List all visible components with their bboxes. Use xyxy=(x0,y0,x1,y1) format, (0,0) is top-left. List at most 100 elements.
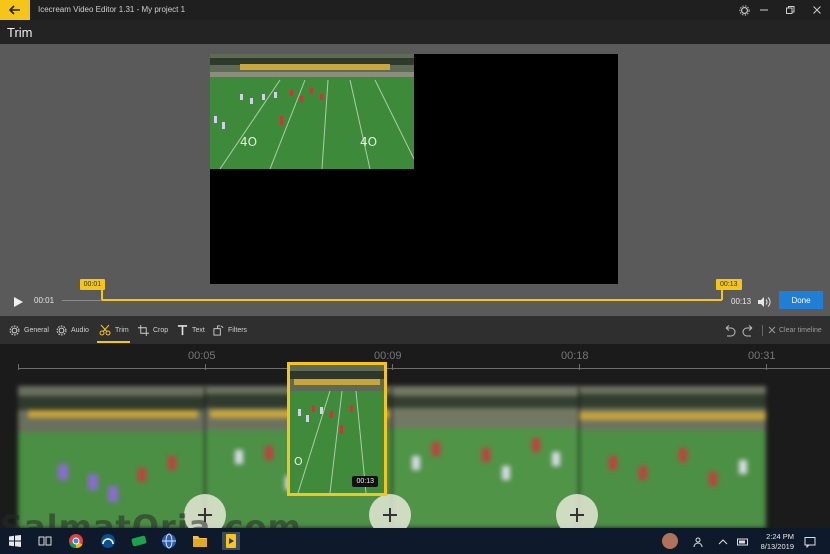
tab-crop[interactable]: Crop xyxy=(138,322,168,338)
svg-text:4O: 4O xyxy=(360,135,377,149)
task-view-button[interactable] xyxy=(36,532,54,550)
gear-icon xyxy=(738,4,750,16)
filters-icon xyxy=(213,324,224,336)
ruler-label: 00:18 xyxy=(561,350,589,362)
restore-button[interactable] xyxy=(783,3,797,17)
page-title: Trim xyxy=(7,25,33,40)
text-t-icon xyxy=(177,324,188,335)
clip-thumbnail[interactable] xyxy=(392,386,579,528)
ruler-label: 00:31 xyxy=(748,350,776,362)
taskbar: 2:24 PM 8/13/2019 xyxy=(0,528,830,554)
window-title: Icecream Video Editor 1.31 - My project … xyxy=(38,5,186,14)
system-clock[interactable]: 2:24 PM 8/13/2019 xyxy=(752,532,794,552)
play-button[interactable] xyxy=(12,295,24,307)
preview-area: 4O 4O 00:01 00:01 00:13 00:13 Done xyxy=(0,44,830,316)
ruler-tick xyxy=(766,364,767,370)
tab-trim[interactable]: Trim xyxy=(99,322,129,338)
tab-filters[interactable]: Filters xyxy=(213,322,247,338)
restore-icon xyxy=(786,6,795,14)
green-money-app-icon xyxy=(131,535,147,547)
globe-app-icon xyxy=(162,533,176,549)
chrome-icon xyxy=(69,534,83,549)
notifications-button[interactable] xyxy=(804,535,816,549)
settings-button[interactable] xyxy=(737,3,751,17)
tab-text[interactable]: Text xyxy=(177,322,205,338)
ruler-label: 00:05 xyxy=(188,350,216,362)
clear-timeline-button[interactable]: Clear timeline xyxy=(768,322,822,338)
crop-icon xyxy=(138,324,149,336)
clock-date: 8/13/2019 xyxy=(760,542,794,551)
undo-icon xyxy=(725,325,736,337)
undo-button[interactable] xyxy=(722,324,736,337)
task-view-icon xyxy=(38,536,52,546)
app-taskbar-icon[interactable] xyxy=(99,532,117,550)
speaker-icon xyxy=(758,297,771,307)
tab-crop-label: Crop xyxy=(153,326,169,334)
minimize-icon xyxy=(760,9,768,11)
ruler-tick xyxy=(205,364,206,370)
file-explorer-taskbar-icon[interactable] xyxy=(191,532,209,550)
redo-icon xyxy=(742,325,753,337)
editor-toolbar: General Audio Trim Crop Text Filters Cle… xyxy=(0,316,830,344)
people-icon xyxy=(693,537,703,548)
start-button[interactable] xyxy=(6,532,24,550)
trim-selected-range xyxy=(101,299,722,301)
redo-button[interactable] xyxy=(742,324,756,337)
windows-logo-icon xyxy=(9,535,21,547)
app-taskbar-icon[interactable] xyxy=(160,532,178,550)
current-time: 00:01 xyxy=(34,296,55,305)
tab-trim-label: Trim xyxy=(115,326,129,334)
close-button[interactable] xyxy=(810,3,824,17)
plus-icon xyxy=(570,508,584,522)
clip-duration-badge: 00:13 xyxy=(352,476,378,487)
page-header: Trim xyxy=(0,20,830,44)
chrome-taskbar-icon[interactable] xyxy=(67,532,85,550)
tab-filters-label: Filters xyxy=(228,326,248,334)
trim-end-handle[interactable] xyxy=(721,290,723,300)
show-hidden-icons-button[interactable] xyxy=(717,535,729,547)
icecream-editor-taskbar-icon[interactable] xyxy=(222,532,240,550)
scissors-icon xyxy=(99,324,111,336)
arrow-left-icon xyxy=(9,5,20,15)
app-taskbar-icon[interactable] xyxy=(130,532,148,550)
play-icon xyxy=(14,297,23,307)
timeline-ruler xyxy=(18,368,830,369)
audio-gear-icon xyxy=(56,325,67,335)
video-preview-frame: 4O 4O xyxy=(210,54,414,169)
tab-audio[interactable]: Audio xyxy=(56,322,89,338)
action-center-icon xyxy=(804,537,816,549)
tab-text-label: Text xyxy=(192,326,205,334)
clip-thumbnail[interactable] xyxy=(18,386,205,528)
user-avatar[interactable] xyxy=(662,533,678,549)
tab-audio-label: Audio xyxy=(71,326,89,334)
timeline[interactable]: 00:05 00:09 00:18 00:31 xyxy=(0,344,830,528)
trim-start-handle[interactable] xyxy=(100,290,103,300)
battery-icon xyxy=(737,538,748,546)
active-tab-indicator xyxy=(97,341,130,343)
icecream-app-icon xyxy=(226,534,236,548)
close-icon xyxy=(768,326,776,334)
trim-start-label: 00:01 xyxy=(79,279,106,290)
svg-text:O: O xyxy=(294,455,303,468)
volume-button[interactable] xyxy=(757,295,771,307)
blue-arc-app-icon xyxy=(101,534,115,548)
chevron-up-icon xyxy=(718,539,728,545)
clip-thumbnail[interactable] xyxy=(579,386,766,528)
battery-tray-icon[interactable] xyxy=(737,535,749,547)
total-time: 00:13 xyxy=(731,297,752,306)
minimize-button[interactable] xyxy=(757,3,771,17)
back-button[interactable] xyxy=(0,0,30,20)
tab-general[interactable]: General xyxy=(9,322,49,338)
trim-end-label: 00:13 xyxy=(716,279,742,290)
add-clip-button[interactable] xyxy=(556,494,598,528)
tab-general-label: General xyxy=(24,326,49,334)
people-tray-icon[interactable] xyxy=(693,535,705,548)
folder-icon xyxy=(193,536,207,547)
add-clip-button[interactable] xyxy=(369,494,411,528)
done-button[interactable]: Done xyxy=(779,291,823,309)
clock-time: 2:24 PM xyxy=(766,532,794,541)
toolbar-divider xyxy=(762,325,763,336)
selected-clip[interactable]: O 00:13 xyxy=(287,362,387,496)
selected-clip-thumbnail: O xyxy=(290,365,384,493)
ruler-tick xyxy=(18,364,19,370)
